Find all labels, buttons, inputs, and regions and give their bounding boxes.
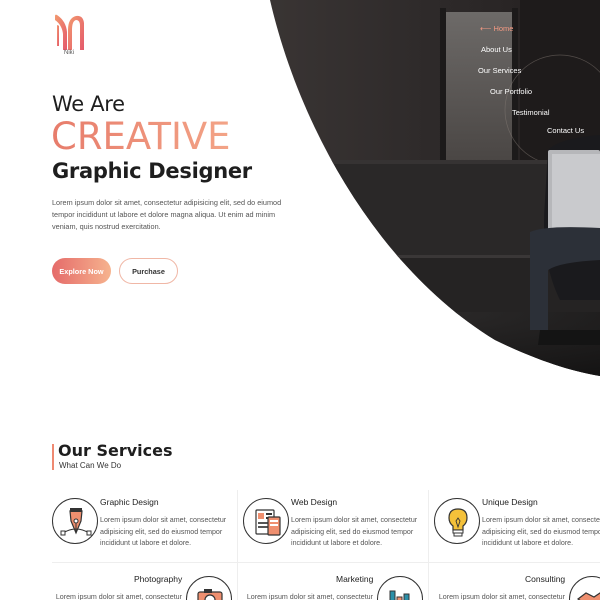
service-card-title: Marketing xyxy=(336,574,374,584)
service-card-description: Lorem ipsum dolor sit amet, consectetur … xyxy=(291,516,418,547)
handshake-icon xyxy=(576,592,600,600)
service-card-title: Unique Design xyxy=(482,497,538,507)
purchase-button[interactable]: Purchase xyxy=(119,258,178,284)
hero-description: Lorem ipsum dolor sit amet, consectetur … xyxy=(52,198,282,231)
service-card-description: Lorem ipsum dolor sit amet, consectetur xyxy=(438,593,565,600)
nav-item-services[interactable]: Our Services xyxy=(478,66,521,75)
service-icon-wrap xyxy=(243,498,289,544)
services-subtitle: What Can We Do xyxy=(59,461,122,470)
service-card-description: Lorem ipsum dolor sit amet, consectetur xyxy=(55,593,182,600)
service-card-title: Consulting xyxy=(525,574,566,584)
nav-item-contact[interactable]: Contact Us xyxy=(547,126,584,135)
grid-divider xyxy=(52,562,600,563)
service-card-title: Web Design xyxy=(291,497,338,507)
service-card-title: Graphic Design xyxy=(100,497,159,507)
nav-item-label: Home xyxy=(493,24,514,33)
hero-background-photo xyxy=(0,0,600,380)
explore-now-button[interactable]: Explore Now xyxy=(52,258,111,284)
service-card-title: Photography xyxy=(134,574,183,584)
nav-item-portfolio[interactable]: Our Portfolio xyxy=(490,87,532,96)
logo-mark-icon xyxy=(55,14,84,51)
hero-photo-graphic xyxy=(270,0,600,376)
service-icon-wrap xyxy=(377,576,423,600)
hero-heading-highlight: CREATIVE xyxy=(51,115,231,158)
service-card-description: Lorem ipsum dolor sit amet, consectetur xyxy=(246,593,373,600)
brand-logo[interactable]: Niki xyxy=(52,12,86,62)
web-layout-icon xyxy=(255,509,281,536)
service-icon-wrap xyxy=(569,576,600,600)
services-title: Our Services xyxy=(58,441,173,460)
bar-chart-icon xyxy=(389,590,410,600)
lightbulb-icon xyxy=(448,508,468,537)
service-card-description: Lorem ipsum dolor sit amet, consectetur … xyxy=(482,516,600,547)
service-icon-wrap xyxy=(434,498,480,544)
nav-item-about[interactable]: About Us xyxy=(481,45,512,54)
arrow-left-icon: ⟵ xyxy=(480,24,492,33)
pen-tool-icon xyxy=(60,508,92,536)
brand-name: Niki xyxy=(64,50,74,56)
hero-heading-line1: We Are xyxy=(52,92,125,116)
service-icon-wrap xyxy=(186,576,232,600)
service-card-description: Lorem ipsum dolor sit amet, consectetur … xyxy=(100,516,227,547)
nav-item-home[interactable]: ⟵ Home xyxy=(480,24,513,33)
section-accent-bar xyxy=(52,444,54,470)
nav-item-testimonial[interactable]: Testimonial xyxy=(512,108,550,117)
hero-heading-line3: Graphic Designer xyxy=(52,159,252,183)
camera-icon xyxy=(197,589,223,600)
service-icon-wrap xyxy=(52,498,98,544)
